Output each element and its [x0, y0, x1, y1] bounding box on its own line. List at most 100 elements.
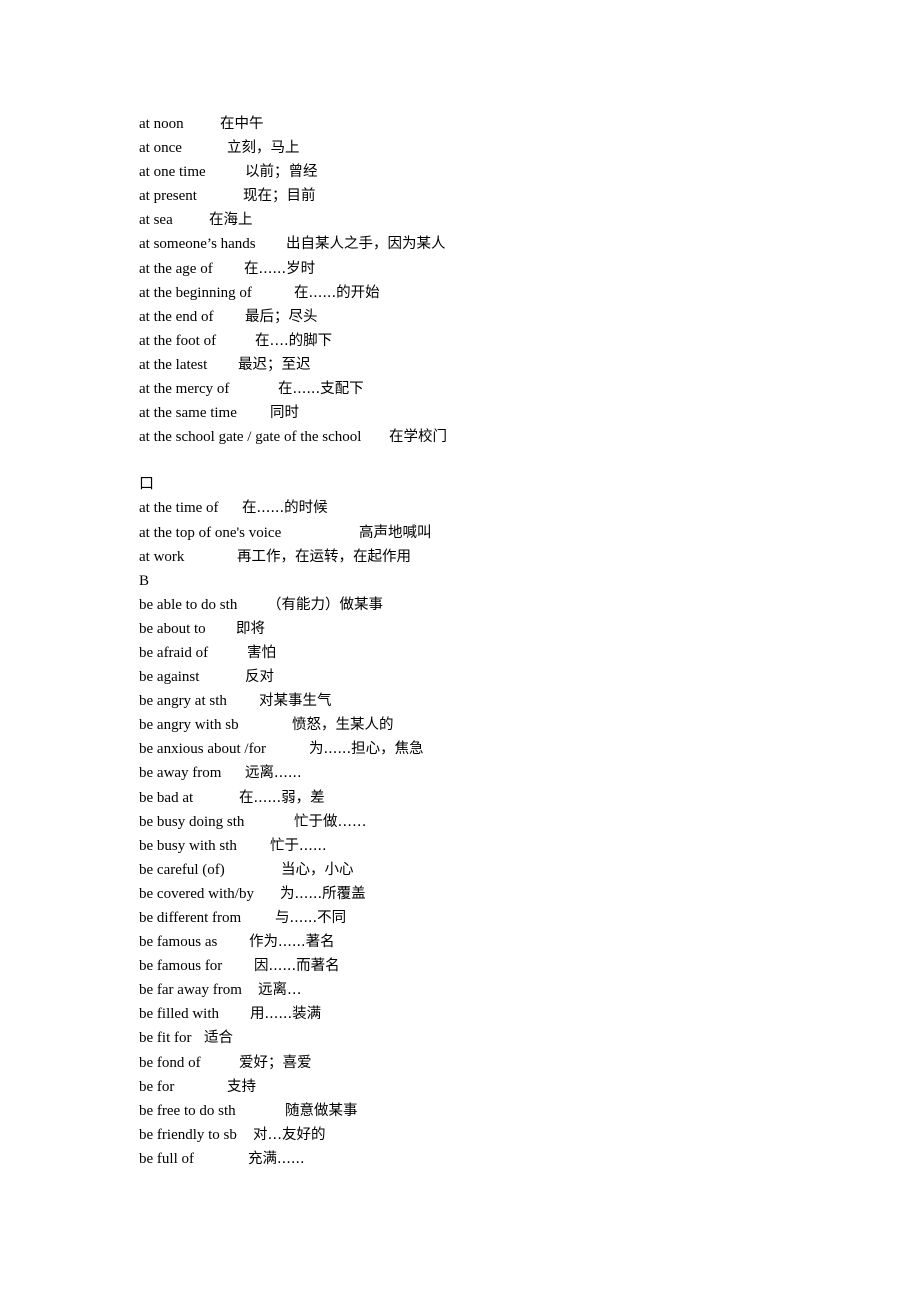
chinese-meaning: 作为......著名: [249, 934, 335, 951]
english-phrase: at someone’s hands: [139, 236, 256, 253]
chinese-meaning: 为......担心，焦急: [309, 741, 424, 758]
english-phrase: at present: [139, 188, 197, 205]
english-phrase: at the mercy of: [139, 381, 230, 398]
section-heading: 口: [139, 473, 839, 497]
phrase-entry: at the age of 在......岁时: [139, 258, 839, 282]
english-phrase: 口: [139, 476, 155, 493]
english-phrase: at one time: [139, 164, 206, 181]
chinese-meaning: 因......而著名: [254, 958, 340, 975]
phrase-entry: be careful (of) 当心，小心: [139, 859, 839, 883]
chinese-meaning: 随意做某事: [285, 1102, 358, 1119]
english-phrase: be away from: [139, 765, 222, 782]
chinese-meaning: 在学校门: [389, 429, 447, 446]
english-phrase: be for: [139, 1078, 175, 1095]
chinese-meaning: 对…友好的: [253, 1126, 326, 1143]
chinese-meaning: 愤怒，生某人的: [292, 717, 394, 734]
chinese-meaning: 爱好；喜爱: [239, 1054, 312, 1071]
chinese-meaning: 现在；目前: [243, 188, 316, 205]
english-phrase: at the time of: [139, 500, 219, 517]
phrase-entry: be full of 充满......: [139, 1148, 839, 1172]
chinese-meaning: 忙于做……: [294, 813, 367, 830]
english-phrase: be busy doing sth: [139, 813, 245, 830]
phrase-entry: at the foot of 在….的脚下: [139, 330, 839, 354]
phrase-entry: be free to do sth 随意做某事: [139, 1100, 839, 1124]
phrase-entry: be famous as 作为......著名: [139, 931, 839, 955]
chinese-meaning: 对某事生气: [259, 693, 332, 710]
phrase-entry: at the time of 在......的时候: [139, 497, 839, 521]
phrase-entry: at the top of one's voice 高声地喊叫: [139, 522, 839, 546]
phrase-entry: be busy doing sth 忙于做……: [139, 811, 839, 835]
phrase-entry: be against 反对: [139, 666, 839, 690]
phrase-entry: be angry at sth 对某事生气: [139, 690, 839, 714]
phrase-entry: at sea 在海上: [139, 209, 839, 233]
chinese-meaning: 为......所覆盖: [280, 885, 366, 902]
chinese-meaning: 最迟；至迟: [238, 356, 311, 373]
chinese-meaning: 出自某人之手，因为某人: [286, 236, 446, 253]
chinese-meaning: 反对: [245, 669, 274, 686]
phrase-entry: at work 再工作，在运转，在起作用: [139, 546, 839, 570]
document-page: at noon 在中午 at once 立刻，马上 at one time 以前；曾经 at…: [0, 0, 920, 1302]
english-phrase: be busy with sth: [139, 837, 237, 854]
english-phrase: be fit for: [139, 1030, 192, 1047]
chinese-meaning: 适合: [204, 1030, 233, 1047]
chinese-meaning: 充满......: [248, 1150, 305, 1167]
phrase-entry: be covered with/by 为......所覆盖: [139, 883, 839, 907]
english-phrase: be about to: [139, 620, 206, 637]
chinese-meaning: 远离......: [245, 765, 302, 782]
phrase-entry: be about to 即将: [139, 618, 839, 642]
english-phrase: at the beginning of: [139, 284, 252, 301]
phrase-entry: be angry with sb 愤怒，生某人的: [139, 714, 839, 738]
phrase-entry: at someone’s hands 出自某人之手，因为某人: [139, 233, 839, 257]
phrase-entry: be away from 远离......: [139, 762, 839, 786]
english-phrase: be filled with: [139, 1006, 219, 1023]
chinese-meaning: 立刻，马上: [227, 140, 300, 157]
phrase-entry: be afraid of 害怕: [139, 642, 839, 666]
english-phrase: at the school gate / gate of the school: [139, 429, 362, 446]
chinese-meaning: 以前；曾经: [245, 164, 318, 181]
phrase-entry: be different from 与......不同: [139, 907, 839, 931]
english-phrase: be bad at: [139, 789, 194, 806]
english-phrase: at the end of: [139, 308, 214, 325]
english-phrase: at sea: [139, 212, 173, 229]
chinese-meaning: 同时: [270, 405, 299, 422]
chinese-meaning: 高声地喊叫: [359, 524, 432, 541]
english-phrase: at the latest: [139, 356, 208, 373]
english-phrase: be able to do sth: [139, 596, 238, 613]
chinese-meaning: 害怕: [247, 644, 276, 661]
chinese-meaning: 在......支配下: [278, 381, 364, 398]
chinese-meaning: 再工作，在运转，在起作用: [237, 548, 411, 565]
chinese-meaning: 在......的开始: [294, 284, 380, 301]
section-heading: B: [139, 570, 839, 594]
english-phrase: be famous for: [139, 958, 223, 975]
english-phrase: be full of: [139, 1150, 194, 1167]
phrase-entry: be able to do sth （有能力）做某事: [139, 594, 839, 618]
english-phrase: be different from: [139, 910, 242, 926]
chinese-meaning: 在海上: [209, 212, 253, 229]
english-phrase: be free to do sth: [139, 1102, 236, 1119]
english-phrase: at work: [139, 548, 185, 565]
phrase-entry: be fond of 爱好；喜爱: [139, 1052, 839, 1076]
english-phrase: at once: [139, 140, 182, 157]
english-phrase: at noon: [139, 116, 184, 132]
phrase-entry: at noon 在中午: [139, 113, 839, 137]
phrase-entry: at the school gate / gate of the school 在…: [139, 426, 839, 450]
phrase-entry: be busy with sth 忙于......: [139, 835, 839, 859]
phrase-entry: be famous for 因......而著名: [139, 955, 839, 979]
english-phrase: at the same time: [139, 405, 237, 422]
phrase-entry: at the beginning of 在......的开始: [139, 282, 839, 306]
english-phrase: be afraid of: [139, 644, 209, 661]
english-phrase: be careful (of): [139, 861, 225, 878]
chinese-meaning: 在......岁时: [244, 260, 316, 277]
english-phrase: be friendly to sb: [139, 1126, 237, 1143]
chinese-meaning: 最后；尽头: [245, 308, 318, 325]
chinese-meaning: 用......装满: [250, 1006, 322, 1023]
chinese-meaning: 支持: [227, 1078, 256, 1095]
english-phrase: at the age of: [139, 260, 213, 277]
chinese-meaning: 在….的脚下: [255, 332, 333, 349]
english-phrase: be famous as: [139, 934, 218, 951]
english-phrase: be fond of: [139, 1054, 201, 1071]
chinese-meaning: 远离…: [258, 982, 302, 999]
chinese-meaning: 在......弱，差: [239, 789, 325, 806]
english-phrase: at the foot of: [139, 332, 217, 349]
